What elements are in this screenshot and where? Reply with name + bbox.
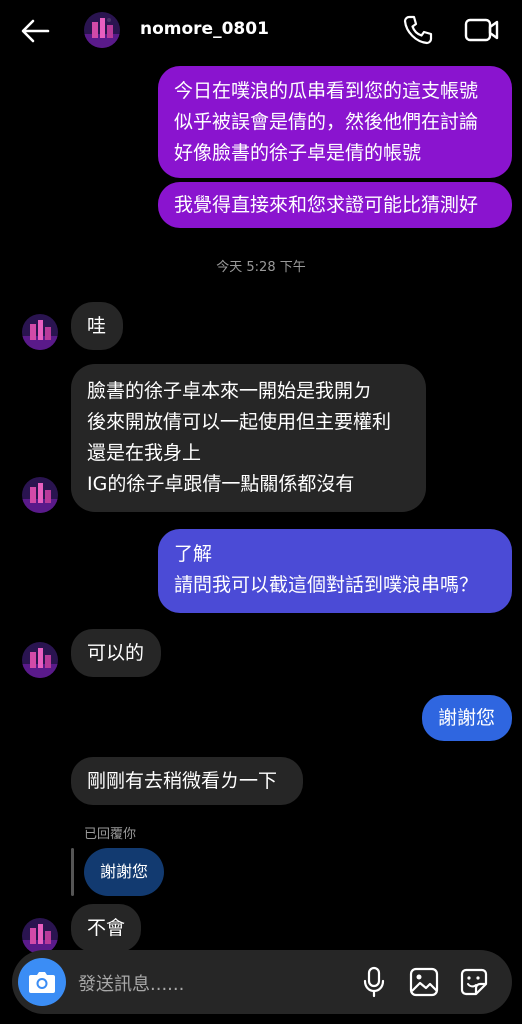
message-sent[interactable]: 今日在噗浪的瓜串看到您的這支帳號 似乎被誤會是倩的，然後他們在討論 好像臉書的徐… [158, 66, 512, 178]
avatar[interactable] [22, 642, 58, 678]
avatar[interactable] [84, 12, 120, 48]
message-sent[interactable]: 謝謝您 [422, 695, 512, 741]
avatar[interactable] [22, 477, 58, 513]
message-received[interactable]: 可以的 [71, 629, 161, 677]
message-received[interactable]: 剛剛有去稍微看ㄌ一下 [71, 757, 303, 805]
camera-icon [29, 972, 55, 993]
avatar[interactable] [22, 314, 58, 350]
message-sent[interactable]: 了解 請問我可以截這個對話到噗浪串嗎？ [158, 529, 512, 613]
microphone-icon[interactable] [356, 964, 392, 1000]
chat-header: nomore_0801 [0, 0, 522, 62]
back-arrow-icon[interactable] [18, 14, 52, 48]
message-timestamp: 今天 5:28 下午 [216, 260, 306, 275]
avatar[interactable] [22, 918, 58, 954]
message-sent[interactable]: 我覺得直接來和您求證可能比猜測好 [158, 182, 512, 228]
message-received[interactable]: 不會 [71, 904, 141, 952]
video-camera-icon[interactable] [462, 12, 500, 48]
quoted-message[interactable]: 謝謝您 [84, 848, 165, 896]
message-received[interactable]: 臉書的徐子卓本來一開始是我開ㄉ 後來開放倩可以一起使用但主要權利 還是在我身上 … [71, 364, 426, 512]
message-composer: 發送訊息...... [12, 950, 512, 1014]
sticker-icon[interactable] [456, 964, 492, 1000]
reply-indicator-bar [71, 848, 74, 896]
message-received[interactable]: 哇 [71, 302, 123, 350]
replied-label: 已回覆你 [84, 827, 137, 842]
phone-icon[interactable] [400, 12, 436, 48]
message-input[interactable]: 發送訊息...... [78, 970, 184, 996]
camera-button[interactable] [18, 958, 66, 1006]
chat-username[interactable]: nomore_0801 [140, 19, 269, 39]
image-gallery-icon[interactable] [406, 964, 442, 1000]
